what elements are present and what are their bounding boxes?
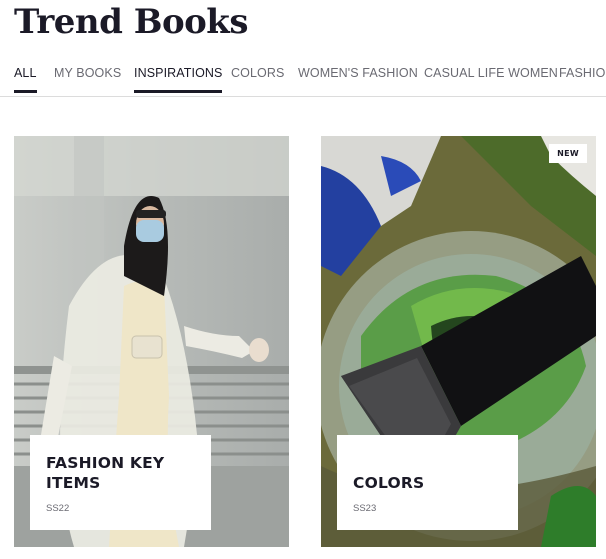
card-label: COLORS SS23	[337, 435, 518, 530]
tab-casual-life-women[interactable]: CASUAL LIFE WOMEN	[424, 66, 558, 93]
tab-my-books[interactable]: MY BOOKS	[54, 66, 121, 93]
card-label: FASHION KEY ITEMS SS22	[30, 435, 211, 530]
tab-colors[interactable]: COLORS	[231, 66, 284, 93]
new-badge: NEW	[549, 144, 587, 163]
tab-fashion[interactable]: FASHION	[559, 66, 606, 93]
trend-book-card-fashion-key-items[interactable]: FASHION KEY ITEMS SS22	[14, 136, 289, 547]
category-tabs: ALL MY BOOKS INSPIRATIONS COLORS WOMEN'S…	[0, 54, 606, 97]
card-title: COLORS	[353, 474, 425, 492]
page-title: Trend Books	[14, 2, 249, 42]
card-season: SS22	[46, 503, 70, 514]
tab-all[interactable]: ALL	[14, 66, 37, 93]
card-season: SS23	[353, 503, 377, 514]
trend-book-card-colors[interactable]: NEW COLORS SS23	[321, 136, 596, 547]
tab-inspirations[interactable]: INSPIRATIONS	[134, 66, 223, 93]
card-title: FASHION KEY ITEMS	[46, 454, 165, 492]
tab-womens-fashion[interactable]: WOMEN'S FASHION	[298, 66, 418, 93]
